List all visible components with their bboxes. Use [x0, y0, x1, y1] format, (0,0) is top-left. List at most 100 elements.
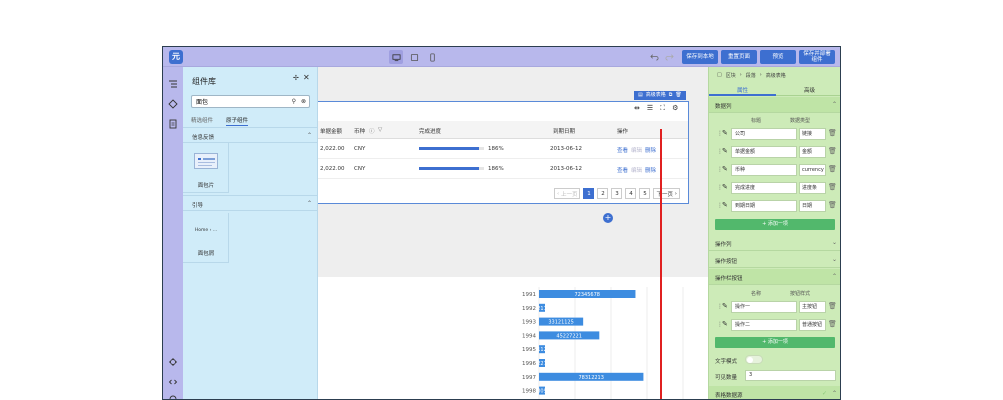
undo-icon[interactable]	[650, 52, 659, 61]
delete-link[interactable]: 删除	[645, 146, 656, 154]
plugin-icon[interactable]	[168, 357, 178, 367]
chevron-up-icon[interactable]: ⌃	[832, 390, 837, 397]
close-icon[interactable]: ✕	[303, 73, 310, 82]
chevron-up-icon[interactable]: ⌃	[832, 101, 837, 108]
section-guide[interactable]: 引导 ⌃	[183, 195, 318, 211]
add-column-button[interactable]: + 添加一项	[715, 219, 835, 230]
mobile-view-icon[interactable]	[425, 50, 439, 64]
edit-icon[interactable]: ✎	[722, 320, 728, 328]
column-name-field[interactable]: 到期日期	[731, 200, 797, 212]
save-local-button[interactable]: 保存到本地	[682, 50, 718, 64]
next-page-button[interactable]: 下一页 ›	[653, 188, 680, 199]
tablet-view-icon[interactable]	[407, 50, 421, 64]
fullscreen-icon[interactable]: ⛶	[660, 104, 665, 113]
section-data-columns[interactable]: 数据列 ⌃	[709, 97, 840, 113]
page-4[interactable]: 4	[625, 188, 637, 199]
page-5[interactable]: 5	[639, 188, 651, 199]
trash-icon[interactable]: 🗑	[828, 183, 837, 191]
text-mode-toggle[interactable]	[745, 355, 763, 364]
delete-icon[interactable]: 🗑	[675, 91, 681, 100]
search-input[interactable]	[192, 96, 282, 107]
pin-icon[interactable]: ✢	[293, 74, 299, 82]
crumb-paragraph[interactable]: 段落	[746, 72, 756, 79]
page-1[interactable]: 1	[583, 188, 595, 199]
clear-icon[interactable]: ⊗	[301, 98, 306, 105]
button-style-select[interactable]: 普通按钮	[799, 319, 826, 331]
column-type-select[interactable]: 金额	[799, 146, 826, 158]
add-block-button[interactable]: +	[603, 213, 613, 223]
button-name-field[interactable]: 操作二	[731, 319, 797, 331]
trash-icon[interactable]: 🗑	[828, 320, 837, 328]
chevron-up-icon[interactable]: ⌃	[832, 273, 837, 280]
column-type-select[interactable]: currency	[799, 164, 826, 176]
crumb-table[interactable]: 高级表格	[766, 72, 786, 79]
redo-icon[interactable]	[665, 52, 674, 61]
search-icon[interactable]: ⚲	[292, 98, 296, 105]
pages-icon[interactable]	[168, 119, 178, 129]
delete-link[interactable]: 删除	[645, 166, 656, 174]
save-deploy-button[interactable]: 保存并部署组件	[799, 50, 835, 64]
copy-icon[interactable]: ⧉	[669, 91, 673, 100]
chevron-up-icon[interactable]: ⌃	[307, 132, 312, 139]
edit-icon[interactable]: ✎	[722, 165, 728, 173]
trash-icon[interactable]: 🗑	[828, 147, 837, 155]
advanced-table[interactable]: ⇹ ☰ ⛶ ⚙ 单据金额 币种 ⓘ ▽ 完成进度 到期日期 操作 2,022.0…	[318, 101, 689, 204]
filter-icon[interactable]: ▽	[378, 127, 382, 133]
edit-icon[interactable]: ✎	[722, 129, 728, 137]
edit-link[interactable]: 编辑	[631, 166, 642, 174]
page-2[interactable]: 2	[597, 188, 609, 199]
code-icon[interactable]	[168, 377, 178, 387]
component-bread-slice[interactable]: 面包片	[183, 143, 229, 193]
header-currency[interactable]: 币种	[354, 127, 365, 135]
add-button-button[interactable]: + 添加一项	[715, 337, 835, 348]
column-name-field[interactable]: 完成进度	[731, 182, 797, 194]
column-width-icon[interactable]: ⇹	[634, 104, 640, 113]
section-data-source[interactable]: 表格数据源 ✓ ⌃	[709, 386, 840, 399]
tab-atomic[interactable]: 原子组件	[226, 116, 249, 126]
components-icon[interactable]	[168, 99, 178, 109]
component-breadcrumb[interactable]: Home › ... 面包屑	[183, 213, 229, 263]
edit-icon[interactable]: ✎	[722, 302, 728, 310]
preview-button[interactable]: 预览	[760, 50, 796, 64]
edit-icon[interactable]: ✎	[722, 201, 728, 209]
tab-properties[interactable]: 属性	[737, 86, 748, 94]
chevron-down-icon[interactable]: ⌄	[832, 256, 837, 263]
column-type-select[interactable]: 日期	[799, 200, 826, 212]
edit-icon[interactable]: ✎	[722, 147, 728, 155]
bar-chart-block[interactable]: 1991 72345678 1992 211 1993 33121125 1994 45227…	[318, 277, 720, 399]
info-icon[interactable]: ⓘ	[369, 127, 375, 135]
column-name-field[interactable]: 公司	[731, 128, 797, 140]
trash-icon[interactable]: 🗑	[828, 165, 837, 173]
density-icon[interactable]: ☰	[647, 104, 653, 113]
trash-icon[interactable]: 🗑	[828, 129, 837, 137]
button-style-select[interactable]: 主按钮	[799, 301, 826, 313]
section-action-buttons[interactable]: 操作按钮 ⌄	[709, 252, 840, 268]
trash-icon[interactable]: 🗑	[828, 302, 837, 310]
trash-icon[interactable]: 🗑	[828, 201, 837, 209]
outline-icon[interactable]	[168, 79, 178, 89]
tab-advanced[interactable]: 高级	[804, 86, 815, 94]
edit-link[interactable]: 编辑	[631, 146, 642, 154]
desktop-view-icon[interactable]	[389, 50, 403, 64]
table-settings-icon[interactable]: ⚙	[672, 104, 678, 113]
column-type-select[interactable]: 链接	[799, 128, 826, 140]
view-link[interactable]: 查看	[617, 166, 628, 174]
settings-icon[interactable]	[168, 394, 178, 400]
edit-icon[interactable]: ✎	[722, 183, 728, 191]
page-3[interactable]: 3	[611, 188, 623, 199]
button-name-field[interactable]: 操作一	[731, 301, 797, 313]
chevron-up-icon[interactable]: ⌃	[307, 200, 312, 207]
column-name-field[interactable]: 单据金额	[731, 146, 797, 158]
reset-page-button[interactable]: 重置页面	[721, 50, 757, 64]
prev-page-button[interactable]: ‹ 上一页	[554, 188, 581, 199]
column-name-field[interactable]: 币种	[731, 164, 797, 176]
block-label[interactable]: ▤ 高级表格 ⧉ 🗑	[634, 91, 686, 100]
crumb-block[interactable]: 区块	[726, 72, 736, 79]
tab-featured[interactable]: 精选组件	[191, 116, 213, 124]
chevron-down-icon[interactable]: ⌄	[832, 239, 837, 246]
column-type-select[interactable]: 进度条	[799, 182, 826, 194]
visible-count-input[interactable]: 3	[745, 370, 836, 381]
view-link[interactable]: 查看	[617, 146, 628, 154]
section-feedback[interactable]: 信息反馈 ⌃	[183, 127, 318, 143]
section-row-buttons[interactable]: 操作栏按钮 ⌃	[709, 269, 840, 285]
